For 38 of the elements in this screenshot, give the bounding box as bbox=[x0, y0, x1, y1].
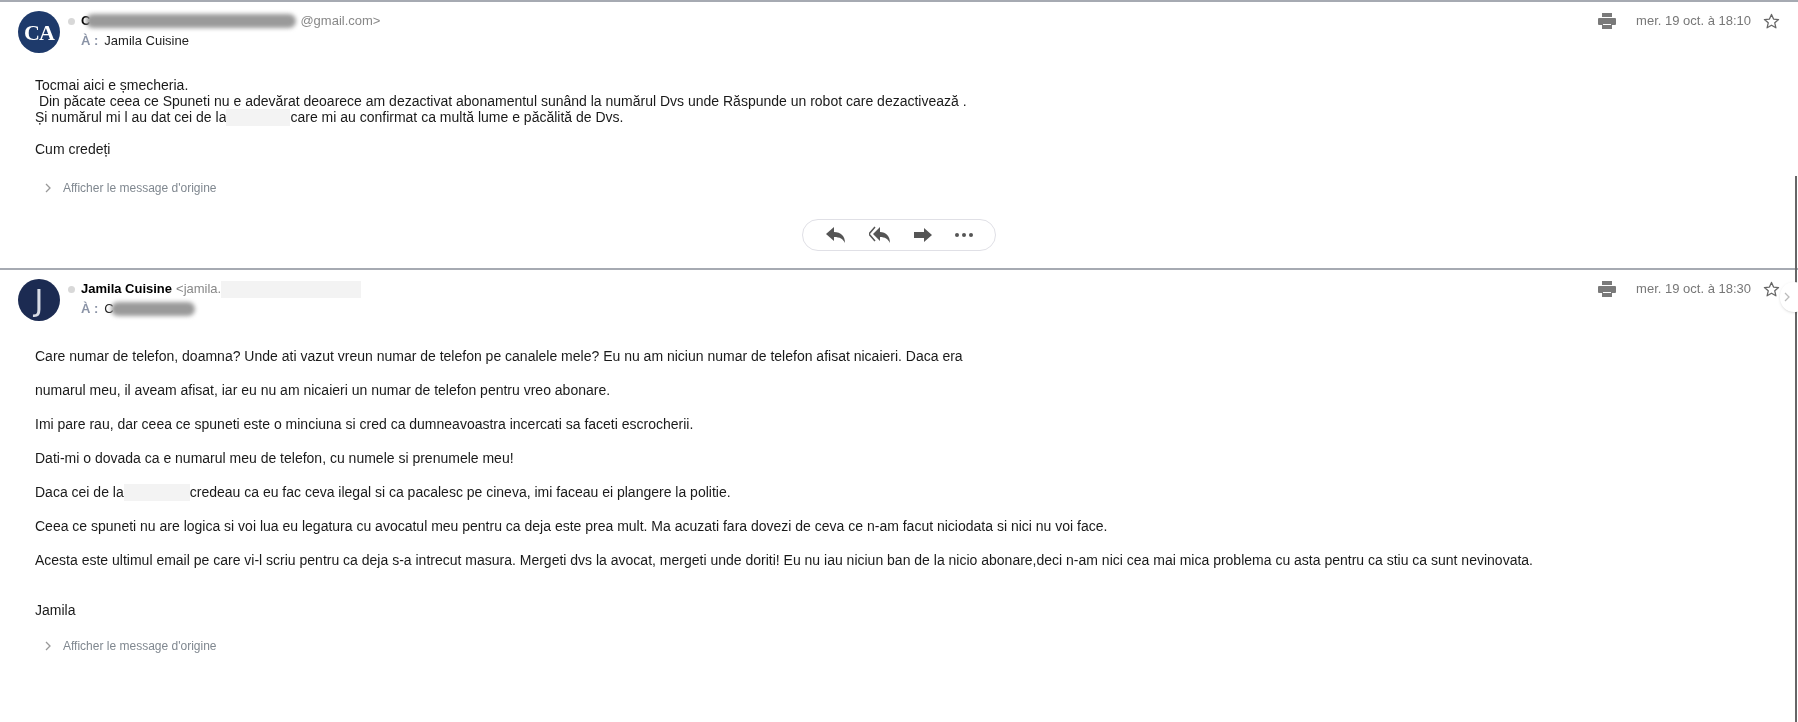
avatar: CA bbox=[18, 11, 60, 53]
body-text: Și numărul mi l au dat cei de la bbox=[35, 108, 227, 127]
sender-address: @gmail.com> bbox=[300, 12, 381, 31]
body-text: Care numar de telefon, doamna? Unde ati vazut vreun numar de telefon pe canalele mele? Eu nu am niciun numar de telefon afisat nicaieri. Daca era bbox=[35, 346, 963, 366]
recipient-label: À : bbox=[81, 300, 99, 319]
body-text: Cum credeți bbox=[35, 139, 111, 159]
recipient-name: Jamila Cuisine bbox=[104, 32, 189, 51]
printer-icon[interactable] bbox=[1598, 13, 1617, 29]
forward-icon[interactable] bbox=[913, 227, 933, 243]
sender-name: Jamila Cuisine bbox=[81, 280, 173, 299]
body-text: Jamila bbox=[35, 600, 76, 620]
body-text: Ceea ce spuneti nu are logica si voi lua eu legatura cu avocatul meu pentru ca deja este prea mult. Ma acuzati fara dovezi de ceva ce n-am facut niciodata si nici nu voi face. bbox=[35, 516, 1108, 536]
star-icon[interactable] bbox=[1763, 12, 1780, 30]
reply-all-icon[interactable] bbox=[869, 226, 891, 244]
scrollbar[interactable] bbox=[1795, 176, 1797, 722]
printer-icon[interactable] bbox=[1598, 281, 1617, 297]
body-text: Dati-mi o dovada ca e numarul meu de telefon, cu numele si prenumele meu! bbox=[35, 448, 514, 468]
body-text: Acesta este ultimul email pe care vi-l scriu pentru ca deja s-a intrecut masura. Mergeti dvs la avocat, mergeti unde doriti! Eu nu iau niciun ban de la nicio abonare,deci n-am nici cea mai mica problema cu asta pentru ca stiu ca sunt nevinovata. bbox=[35, 550, 1533, 570]
body-text: Tocmai aici e șmecheria. bbox=[35, 75, 189, 95]
body-text: credeau ca eu fac ceva ilegal si ca pacalesc pe cineva, imi faceau ei plangere la politie. bbox=[189, 482, 731, 502]
show-original-link[interactable]: Afficher le message d'origine bbox=[63, 179, 217, 197]
chevron-icon bbox=[1784, 292, 1790, 302]
recipient-label: À : bbox=[81, 32, 99, 51]
message-date: mer. 19 oct. à 18:10 bbox=[1636, 12, 1751, 31]
message-date: mer. 19 oct. à 18:30 bbox=[1636, 280, 1751, 299]
chevron-icon[interactable] bbox=[45, 641, 51, 651]
recipient-name: C bbox=[104, 300, 114, 319]
reply-icon[interactable] bbox=[825, 226, 847, 244]
avatar: J bbox=[18, 279, 60, 321]
chevron-icon[interactable] bbox=[45, 183, 51, 193]
body-text: Daca cei de la bbox=[35, 482, 124, 502]
body-text: Imi pare rau, dar ceea ce spuneti este o minciuna si cred ca dumneavoastra incercati sa faceti escrocherii. bbox=[35, 414, 694, 434]
sender-address: <jamila. bbox=[176, 280, 222, 299]
sender-name: C bbox=[81, 12, 91, 31]
star-icon[interactable] bbox=[1763, 280, 1780, 298]
show-original-link[interactable]: Afficher le message d'origine bbox=[63, 637, 217, 655]
body-text: numarul meu, il aveam afisat, iar eu nu am nicaieri un numar de telefon pentru vreo abonare. bbox=[35, 380, 611, 400]
more-icon[interactable] bbox=[955, 233, 973, 237]
